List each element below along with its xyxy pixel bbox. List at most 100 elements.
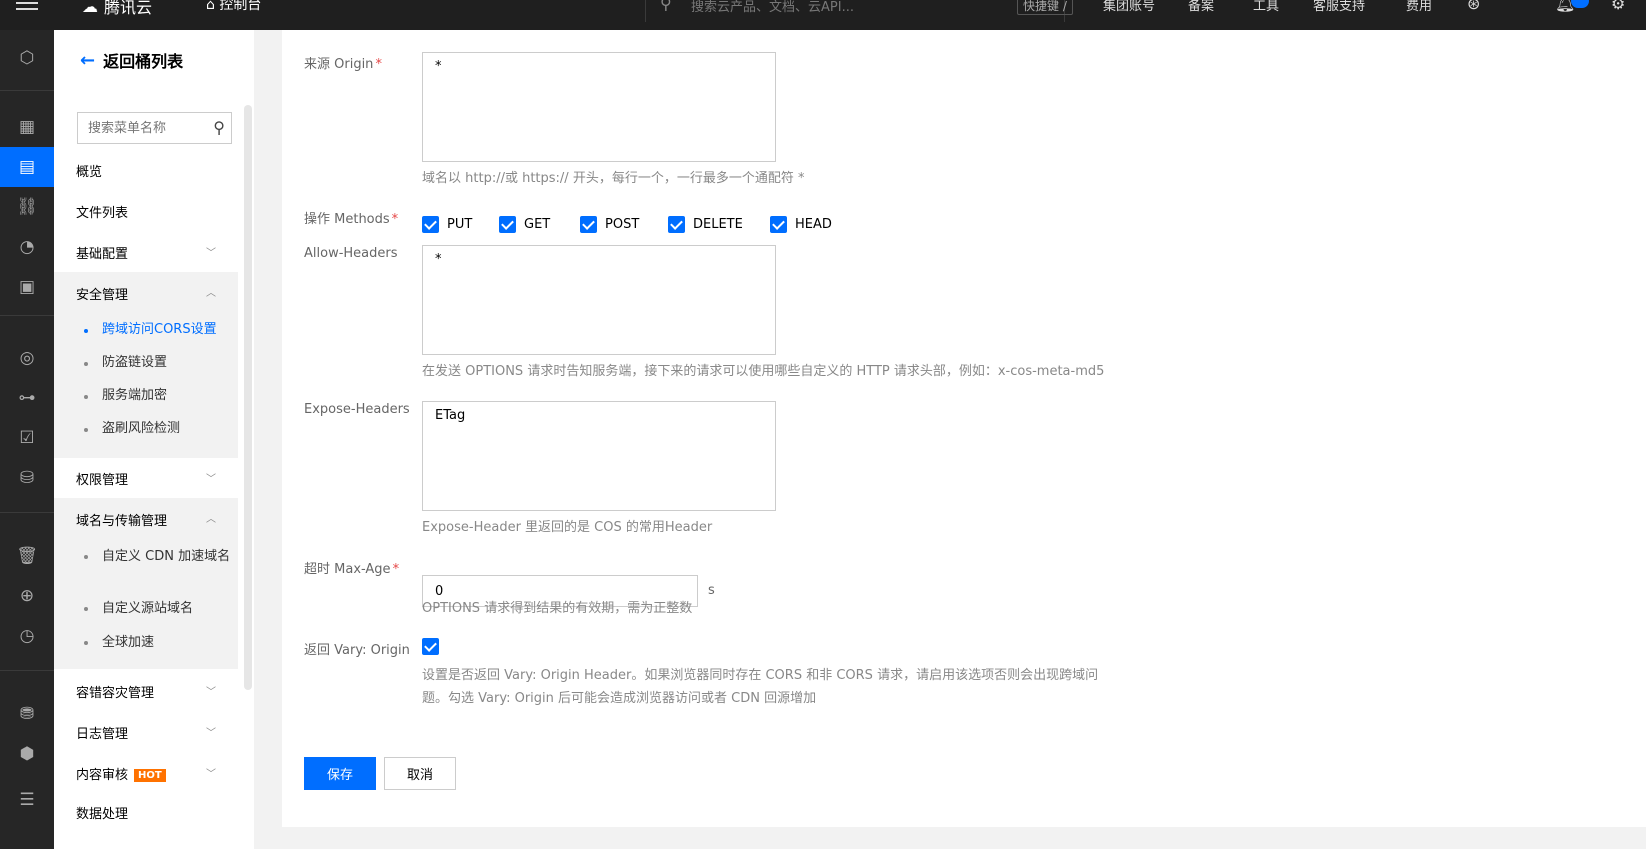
origin-label: 来源 Origin *	[304, 57, 382, 72]
chevron-up-icon: ︿	[206, 288, 216, 299]
bullet	[84, 329, 88, 333]
collapse-icon[interactable]: ☰	[0, 780, 54, 820]
report-icon[interactable]: ▣	[0, 267, 54, 307]
menu-risk-detect[interactable]: 盗刷风险检测	[102, 419, 232, 438]
database-icon[interactable]: ⛁	[0, 458, 54, 498]
methods-label: 操作 Methods *	[304, 212, 399, 227]
checkbox-checked-icon	[422, 638, 439, 655]
task-icon[interactable]: ☑	[0, 418, 54, 458]
link-icon[interactable]: ⛓	[0, 187, 54, 227]
user-icon[interactable]: ⚙	[1611, 0, 1625, 13]
checkbox-checked-icon	[499, 216, 516, 233]
menu-origin-domain[interactable]: 自定义源站域名	[102, 599, 232, 618]
maxage-hint: OPTIONS 请求得到结果的有效期，需为正整数	[422, 601, 693, 616]
community-icon[interactable]: ⊛	[1467, 0, 1480, 13]
search-icon: ⚲	[660, 0, 672, 13]
gauge-icon[interactable]: ◷	[0, 616, 54, 656]
chevron-down-icon: ﹀	[206, 248, 216, 259]
search-icon: ⚲	[213, 118, 225, 137]
expose-headers-textarea[interactable]: ETag	[422, 401, 776, 511]
menu-log[interactable]: 日志管理	[76, 723, 128, 742]
checkbox-checked-icon	[770, 216, 787, 233]
menu-search-input[interactable]	[78, 113, 198, 143]
cos-product-icon[interactable]: ⬡	[0, 38, 54, 78]
chevron-down-icon: ﹀	[206, 728, 216, 739]
bullet	[84, 641, 88, 645]
dashboard-icon[interactable]: ▦	[0, 107, 54, 147]
chevron-down-icon: ﹀	[206, 687, 216, 698]
menu-cors[interactable]: 跨域访问CORS设置	[102, 320, 232, 339]
origin-hint: 域名以 http://或 https:// 开头，每行一个，一行最多一个通配符 …	[422, 171, 805, 186]
notification-badge	[1571, 0, 1589, 8]
global-search[interactable]: ⚲ 搜索云产品、文档、云API...	[645, 0, 1065, 22]
rail-divider	[0, 512, 54, 513]
rail-divider	[0, 670, 54, 671]
storage-icon[interactable]: ⛃	[0, 694, 54, 734]
menu-basic-config[interactable]: 基础配置	[76, 243, 128, 262]
menu-encryption[interactable]: 服务端加密	[102, 386, 232, 405]
menu-icon[interactable]	[16, 2, 38, 16]
bullet	[84, 607, 88, 611]
required-mark: *	[375, 57, 382, 72]
menu-domain[interactable]: 域名与传输管理	[76, 510, 167, 529]
bullet	[84, 555, 88, 559]
menu-files[interactable]: 文件列表	[76, 202, 128, 221]
menu-cdn-domain[interactable]: 自定义 CDN 加速域名	[102, 547, 232, 566]
checkbox-checked-icon	[422, 216, 439, 233]
method-get-checkbox[interactable]: GET	[499, 216, 550, 233]
cors-rule-form: 来源 Origin * * 域名以 http://或 https:// 开头，每行…	[282, 30, 1646, 827]
security-icon[interactable]: ⬢	[0, 734, 54, 774]
rail-divider	[0, 315, 54, 316]
menu-permission[interactable]: 权限管理	[76, 469, 128, 488]
expose-headers-hint: Expose-Header 里返回的是 COS 的常用Header	[422, 520, 713, 535]
cancel-button[interactable]: 取消	[384, 757, 456, 790]
bucket-list-icon[interactable]: ▤	[0, 147, 54, 187]
menu-hotlink[interactable]: 防盗链设置	[102, 353, 232, 372]
nav-icp[interactable]: 备案	[1188, 0, 1214, 14]
menu-disaster-recovery[interactable]: 容错容灾管理	[76, 682, 154, 701]
back-to-buckets[interactable]: ← 返回桶列表	[80, 48, 183, 72]
save-button[interactable]: 保存	[304, 757, 376, 790]
method-put-checkbox[interactable]: PUT	[422, 216, 472, 233]
method-head-checkbox[interactable]: HEAD	[770, 216, 832, 233]
search-data-icon[interactable]: ⊕	[0, 576, 54, 616]
workflow-icon[interactable]: ⊶	[0, 378, 54, 418]
menu-global-accel[interactable]: 全球加速	[102, 633, 232, 652]
menu-content-audit[interactable]: 内容审核 HOT	[76, 764, 166, 783]
checkbox-checked-icon	[580, 216, 597, 233]
vary-hint: 设置是否返回 Vary: Origin Header。如果浏览器同时存在 COR…	[422, 668, 1099, 706]
nav-group-account[interactable]: 集团账号	[1103, 0, 1155, 14]
menu-data-processing[interactable]: 数据处理	[76, 803, 128, 822]
brand-logo[interactable]: ☁ 腾讯云	[82, 0, 152, 18]
top-nav-bar: ☁ 腾讯云 ⌂ 控制台 ⚲ 搜索云产品、文档、云API... 快捷键 / 集团账号…	[0, 0, 1646, 30]
nav-support[interactable]: 客服支持	[1313, 0, 1365, 14]
monitor-icon[interactable]: ◎	[0, 338, 54, 378]
required-mark: *	[391, 212, 399, 227]
method-post-checkbox[interactable]: POST	[580, 216, 639, 233]
method-delete-checkbox[interactable]: DELETE	[668, 216, 743, 233]
bucket-menu: ← 返回桶列表 ⚲ 概览 文件列表 基础配置 ﹀ 安全管理 ︿ 跨域访问CORS…	[54, 30, 254, 849]
vary-origin-checkbox[interactable]	[422, 638, 439, 655]
menu-overview[interactable]: 概览	[76, 161, 102, 180]
origin-textarea[interactable]: *	[422, 52, 776, 162]
home-icon: ⌂	[206, 0, 215, 13]
maxage-label: 超时 Max-Age *	[304, 562, 400, 577]
menu-scrollbar[interactable]	[244, 105, 252, 690]
expose-headers-label: Expose-Headers	[304, 402, 410, 417]
allow-headers-textarea[interactable]: *	[422, 245, 776, 355]
allow-headers-label: Allow-Headers	[304, 246, 398, 261]
menu-security[interactable]: 安全管理	[76, 284, 128, 303]
trash-icon[interactable]: 🗑︎	[0, 536, 54, 576]
shortcut-key[interactable]: 快捷键 /	[1017, 0, 1073, 15]
pie-chart-icon[interactable]: ◔	[0, 227, 54, 267]
checkbox-checked-icon	[668, 216, 685, 233]
allow-headers-hint: 在发送 OPTIONS 请求时告知服务端，接下来的请求可以使用哪些自定义的 HT…	[422, 364, 1105, 379]
bullet	[84, 428, 88, 432]
chevron-down-icon: ﹀	[206, 769, 216, 780]
console-link[interactable]: ⌂ 控制台	[206, 0, 261, 14]
nav-billing[interactable]: 费用	[1406, 0, 1432, 14]
menu-search[interactable]: ⚲	[77, 112, 232, 144]
maxage-unit: s	[708, 583, 715, 598]
nav-tools[interactable]: 工具	[1253, 0, 1279, 14]
rail-divider	[0, 90, 54, 91]
